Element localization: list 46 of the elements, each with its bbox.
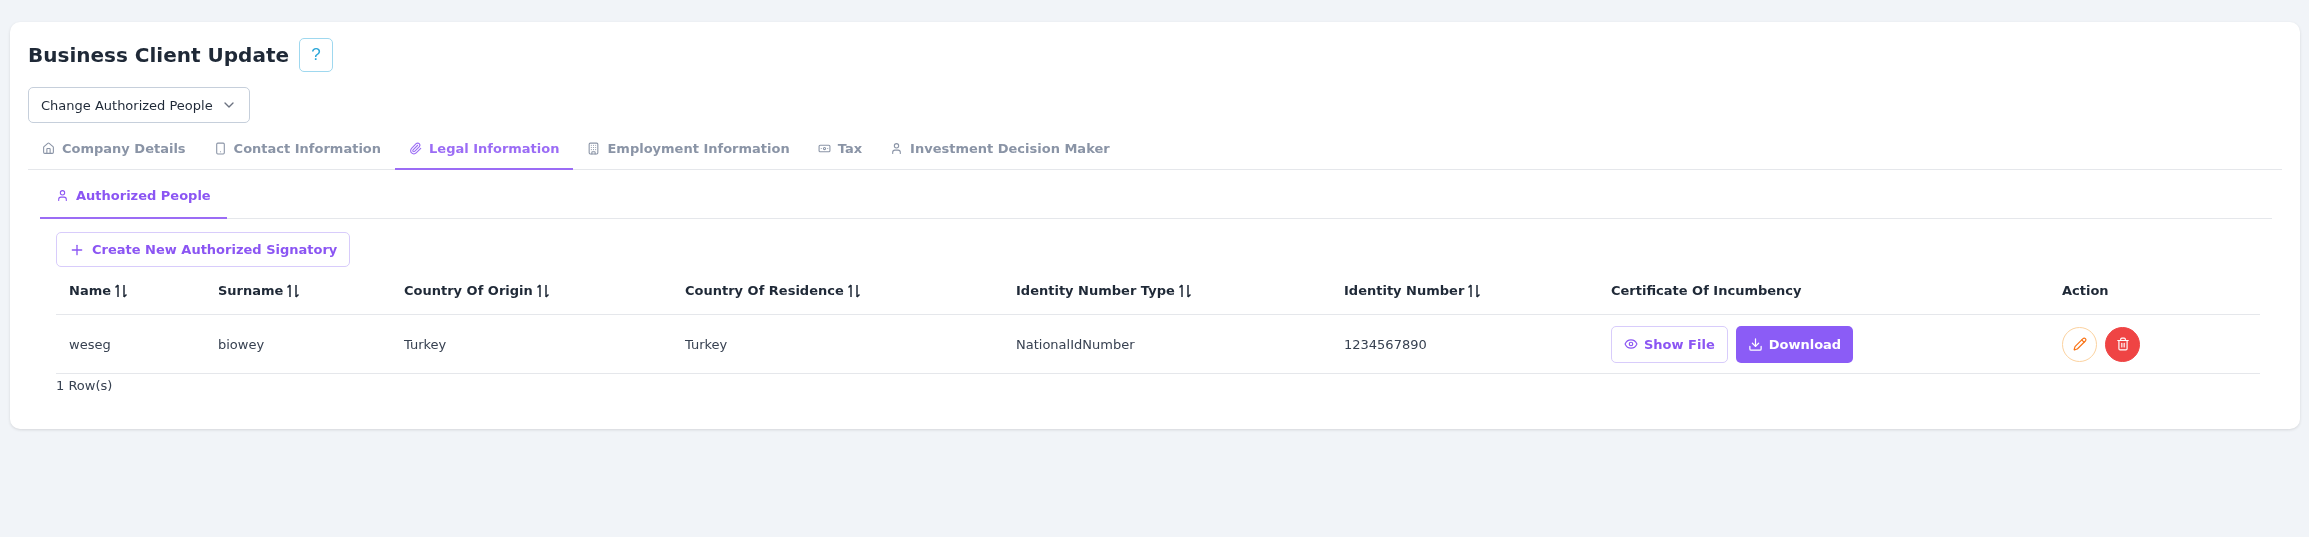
download-button[interactable]: Download (1735, 325, 1854, 363)
tab[interactable]: Company Details (28, 129, 200, 170)
column-header: Certificate Of Incumbency (1611, 283, 1802, 298)
building-icon (587, 142, 601, 155)
house-icon (42, 142, 55, 155)
table-cell: Turkey (685, 336, 728, 352)
column-header: Identity Number (1344, 283, 1465, 298)
trash-icon (2115, 337, 2130, 351)
sort-icon[interactable] (846, 282, 861, 299)
tab[interactable]: Employment Information (573, 129, 804, 170)
tab[interactable]: Legal Information (395, 129, 574, 170)
column-header: Country Of Residence (685, 283, 844, 298)
column-header: Country Of Origin (404, 283, 533, 298)
page-title: Business Client Update (28, 43, 290, 67)
eye-icon (1624, 337, 1638, 351)
table-cell: NationalIdNumber (1016, 336, 1135, 352)
sort-icon[interactable] (114, 282, 128, 299)
row-count: 1 Row(s) (56, 378, 114, 393)
tab[interactable]: Investment Decision Maker (876, 129, 1124, 170)
user-icon (890, 142, 904, 155)
create-signatory-button[interactable]: Create New Authorized Signatory (56, 232, 351, 267)
pencil-icon (2072, 337, 2087, 351)
sort-icon[interactable] (1177, 282, 1192, 299)
help-button[interactable]: ? (299, 38, 334, 72)
table-cell: Turkey (404, 336, 447, 352)
download-icon (1747, 336, 1763, 352)
column-header: Surname (218, 283, 284, 298)
subtab[interactable]: Authorized People (40, 174, 227, 219)
table-cell: biowey (218, 336, 265, 352)
sort-icon[interactable] (1467, 282, 1482, 299)
paperclip-icon (409, 142, 423, 155)
mode-select[interactable]: Change Authorized People (28, 87, 250, 123)
banknote-icon (817, 142, 831, 155)
phone-icon (213, 142, 227, 155)
sort-icon[interactable] (286, 282, 301, 299)
column-header: Name (69, 283, 111, 298)
tab[interactable]: Contact Information (199, 129, 396, 170)
delete-button[interactable] (2105, 326, 2140, 362)
show-file-button[interactable]: Show File (1611, 325, 1728, 363)
tab[interactable]: Tax (803, 129, 877, 170)
sort-icon[interactable] (535, 282, 550, 299)
table-cell: weseg (69, 336, 111, 352)
column-header: Action (2062, 283, 2109, 298)
user-icon (56, 189, 69, 202)
column-header: Identity Number Type (1016, 283, 1175, 298)
table-cell: 1234567890 (1344, 336, 1427, 352)
